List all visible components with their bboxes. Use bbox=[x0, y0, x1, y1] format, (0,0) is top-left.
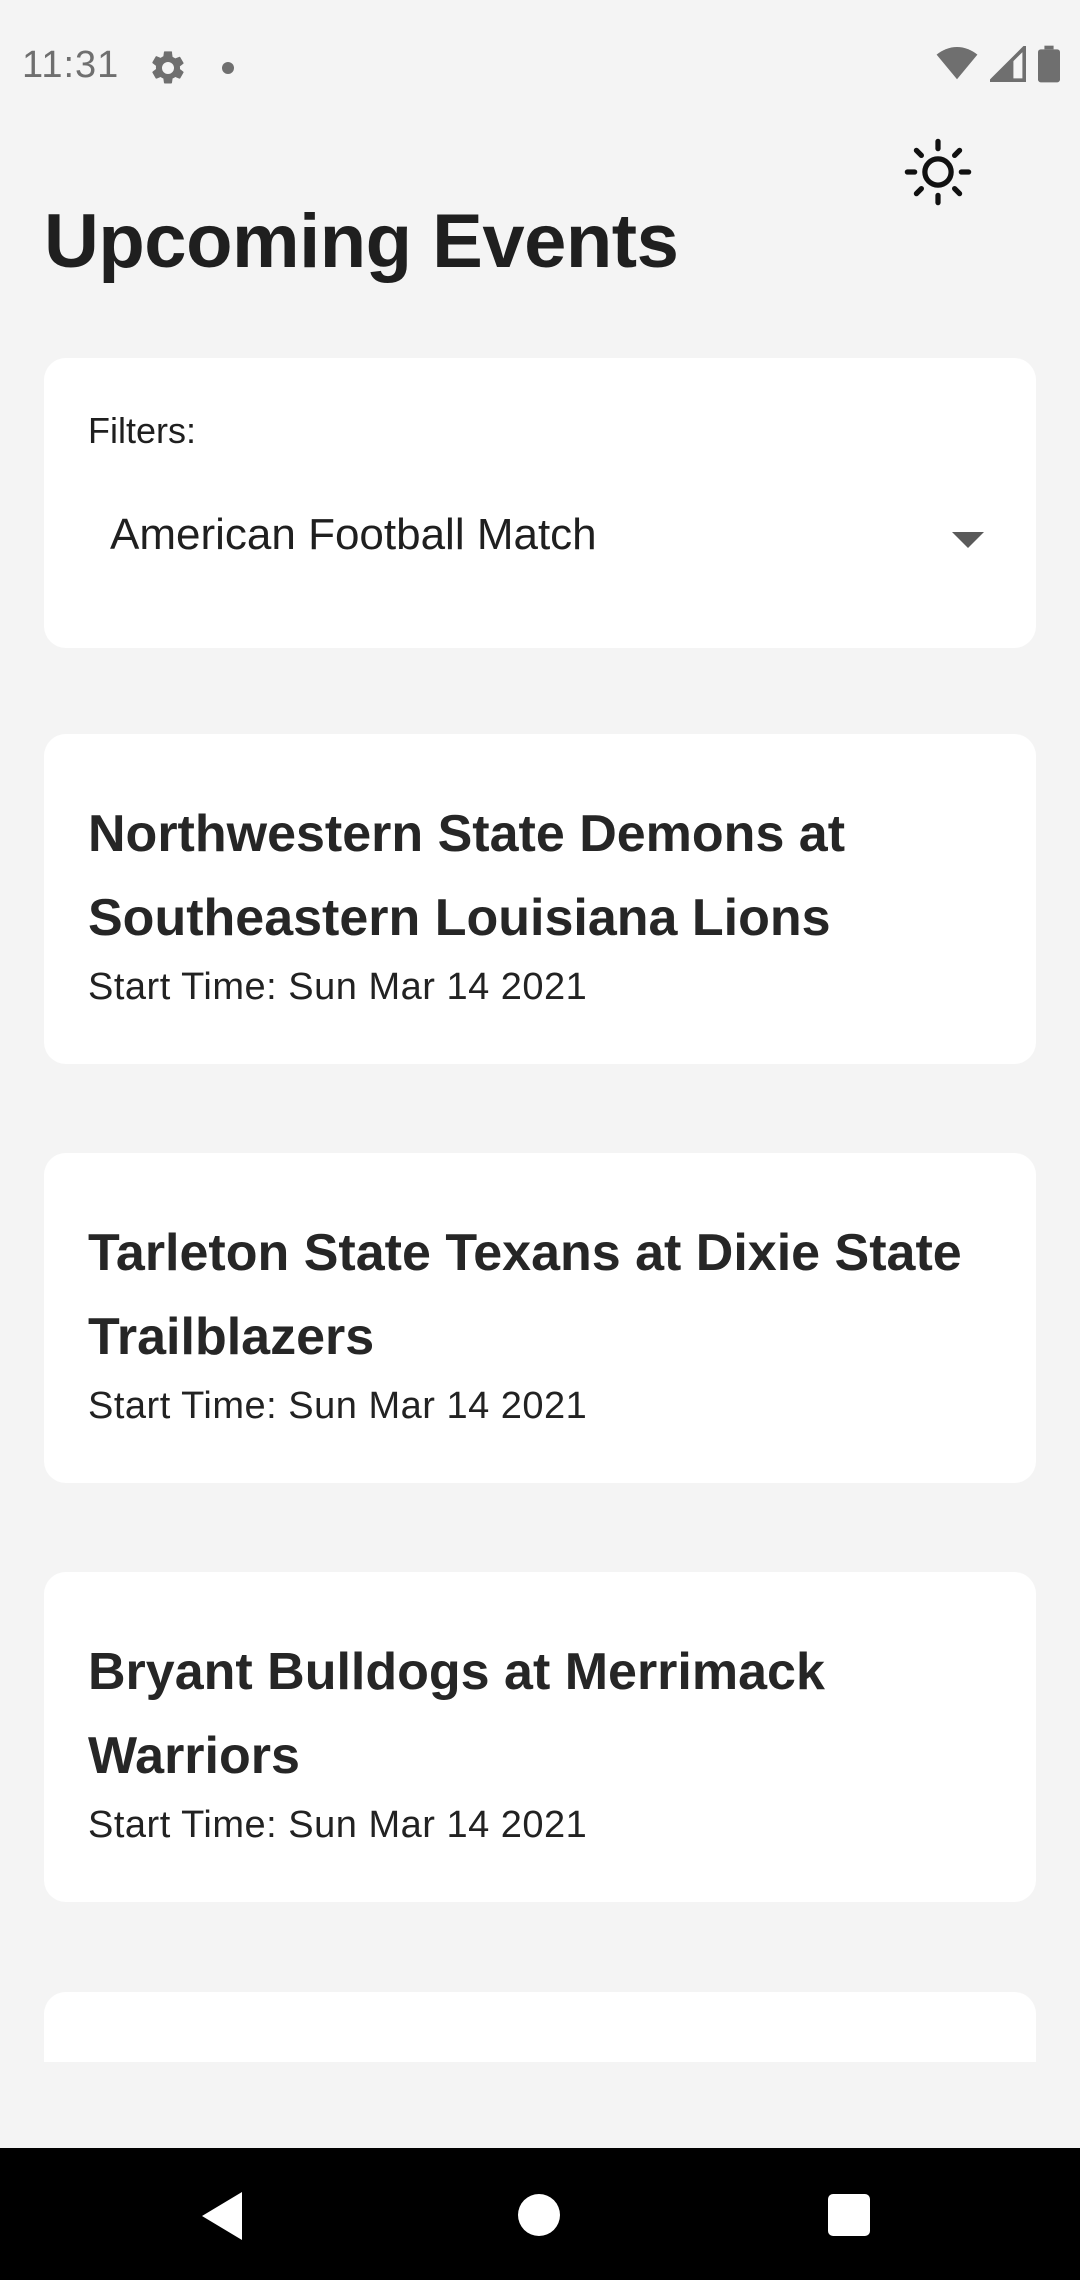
event-card[interactable]: Northwestern State Demons at Southeaster… bbox=[44, 734, 1036, 1064]
page-title: Upcoming Events bbox=[44, 199, 679, 284]
event-start-time: Start Time: Sun Mar 14 2021 bbox=[88, 1804, 588, 1846]
event-title: Tarleton State Texans at Dixie State Tra… bbox=[88, 1224, 962, 1366]
notification-dot-icon bbox=[222, 62, 234, 74]
back-icon[interactable] bbox=[202, 2192, 242, 2240]
event-card-partial[interactable] bbox=[44, 1992, 1036, 2062]
filter-label: Filters: bbox=[88, 410, 196, 451]
status-time: 11:31 bbox=[22, 44, 120, 86]
event-start-time: Start Time: Sun Mar 14 2021 bbox=[88, 966, 588, 1008]
recents-icon[interactable] bbox=[828, 2194, 870, 2236]
event-card[interactable]: Bryant Bulldogs at Merrimack Warriors St… bbox=[44, 1572, 1036, 1902]
status-bar: 11:31 bbox=[0, 0, 1080, 132]
event-type-dropdown[interactable]: American Football Match bbox=[66, 468, 996, 588]
event-title: Northwestern State Demons at Southeaster… bbox=[88, 805, 846, 947]
event-card[interactable]: Tarleton State Texans at Dixie State Tra… bbox=[44, 1153, 1036, 1483]
sun-icon bbox=[904, 138, 972, 206]
wifi-icon bbox=[936, 46, 978, 86]
theme-toggle-button[interactable] bbox=[898, 132, 978, 212]
event-title: Bryant Bulldogs at Merrimack Warriors bbox=[88, 1643, 825, 1785]
battery-icon bbox=[1038, 45, 1060, 88]
dropdown-selected-value: American Football Match bbox=[110, 510, 597, 559]
event-start-time: Start Time: Sun Mar 14 2021 bbox=[88, 1385, 588, 1427]
cell-signal-icon bbox=[987, 42, 1026, 87]
caret-down-icon bbox=[952, 532, 984, 548]
settings-gear-icon bbox=[148, 48, 188, 88]
navigation-bar bbox=[0, 2148, 1080, 2280]
filter-card: Filters: American Football Match bbox=[44, 358, 1036, 648]
home-icon[interactable] bbox=[518, 2194, 560, 2236]
status-icons bbox=[936, 42, 1060, 88]
